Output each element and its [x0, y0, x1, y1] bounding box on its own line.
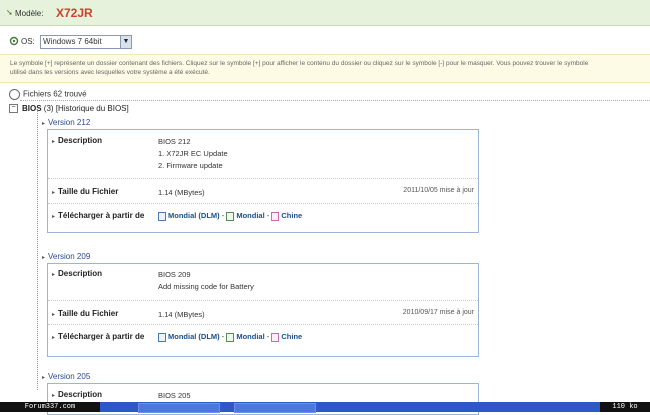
collapse-icon[interactable]: − [9, 104, 18, 114]
watermark: Forum337.com [0, 402, 100, 412]
triangle-icon: ▸ [42, 375, 46, 381]
download-links: Mondial (DLM) - Mondial - Chine [158, 211, 302, 221]
chevron-down-icon[interactable]: ▼ [120, 36, 131, 48]
file-icon [226, 332, 235, 342]
description-value: BIOS 212 1. X72JR EC Update 2. Firmware … [158, 136, 228, 172]
description-value: BIOS 205 [158, 390, 191, 402]
download-row: ▸ Télécharger à partir de Mondial (DLM) -… [48, 332, 478, 344]
model-label: Modèle: [15, 9, 44, 18]
download-global-dlm-link[interactable]: Mondial (DLM) [168, 211, 220, 220]
description-row: ▸ Description BIOS 212 1. X72JR EC Update… [48, 136, 478, 176]
description-label: ▸ Description [52, 269, 102, 278]
triangle-icon: ▸ [42, 255, 46, 261]
triangle-icon: ▸ [52, 393, 56, 399]
file-icon [158, 211, 166, 221]
download-label-text: Télécharger à partir de [58, 211, 145, 220]
row-divider [48, 300, 478, 301]
description-row: ▸ Description BIOS 209 Add missing code f… [48, 269, 478, 297]
download-global-link[interactable]: Mondial [236, 332, 264, 341]
description-label-text: Description [58, 269, 103, 278]
files-found: Fichiers 62 trouvé [9, 89, 87, 100]
triangle-icon: ▸ [52, 335, 56, 341]
file-icon [271, 332, 280, 342]
os-label: OS: [21, 37, 35, 46]
description-label: ▸ Description [52, 390, 102, 399]
link-separator: - [221, 332, 225, 341]
download-row: ▸ Télécharger à partir de Mondial (DLM) -… [48, 211, 478, 223]
description-line: Add missing code for Battery [158, 282, 254, 291]
description-label-text: Description [58, 136, 103, 145]
os-selected-value: Windows 7 64bit [43, 37, 102, 46]
download-label-text: Télécharger à partir de [58, 332, 145, 341]
version-heading[interactable]: ▸ Version 209 [42, 252, 90, 261]
description-label: ▸ Description [52, 136, 102, 145]
arrow-right-icon: ➘ [6, 8, 13, 17]
row-divider [48, 203, 478, 204]
divider [20, 100, 650, 101]
file-size-indicator: 110 ko [600, 402, 650, 412]
triangle-icon: ▸ [52, 312, 56, 318]
triangle-icon: ▸ [52, 139, 56, 145]
version-card: ▸ Description BIOS 212 1. X72JR EC Update… [47, 129, 479, 233]
taskbar: Forum337.com 110 ko [0, 402, 650, 413]
bios-history-link[interactable]: [Historique du BIOS] [56, 104, 129, 113]
file-icon [226, 211, 235, 221]
notice-line-1: Le symbole [+] représente un dossier con… [10, 60, 589, 67]
files-found-text: Fichiers 62 trouvé [23, 89, 87, 99]
link-separator: - [266, 211, 270, 220]
version-heading[interactable]: ▸ Version 212 [42, 118, 90, 127]
version-title: Version 205 [48, 372, 91, 381]
version-title: Version 212 [48, 118, 91, 127]
triangle-icon: ▸ [42, 121, 46, 127]
description-line: BIOS 205 [158, 391, 191, 400]
info-notice: Le symbole [+] représente un dossier con… [0, 54, 650, 83]
row-divider [48, 324, 478, 325]
link-separator: - [266, 332, 270, 341]
file-size-label: ▸ Taille du Fichier [52, 309, 118, 318]
bios-title: BIOS [22, 104, 42, 113]
file-size-row: ▸ Taille du Fichier 1.14 (MBytes) 2011/10… [48, 187, 478, 199]
bios-count: (3) [43, 104, 54, 113]
download-global-link[interactable]: Mondial [236, 211, 264, 220]
description-label-text: Description [58, 390, 103, 399]
file-size-row: ▸ Taille du Fichier 1.14 (MBytes) 2010/09… [48, 309, 478, 321]
model-header: ➘ Modèle: X72JR [0, 0, 650, 26]
triangle-icon: ▸ [52, 214, 56, 220]
download-global-dlm-link[interactable]: Mondial (DLM) [168, 332, 220, 341]
description-line: 1. X72JR EC Update [158, 149, 228, 158]
download-label: ▸ Télécharger à partir de [52, 211, 144, 220]
file-icon [271, 211, 280, 221]
description-line: 2. Firmware update [158, 161, 223, 170]
file-size-label: ▸ Taille du Fichier [52, 187, 118, 196]
description-row: ▸ Description BIOS 205 [48, 390, 478, 402]
download-label: ▸ Télécharger à partir de [52, 332, 144, 341]
download-links: Mondial (DLM) - Mondial - Chine [158, 332, 302, 342]
file-size-value: 1.14 (MBytes) [158, 188, 205, 197]
tree-line [37, 110, 38, 390]
file-size-value: 1.14 (MBytes) [158, 310, 205, 319]
file-icon [158, 332, 166, 342]
release-date: 2010/09/17 mise à jour [402, 309, 474, 316]
gear-icon [9, 36, 19, 46]
version-heading[interactable]: ▸ Version 205 [42, 372, 90, 381]
files-icon [9, 89, 20, 100]
triangle-icon: ▸ [52, 190, 56, 196]
bios-category[interactable]: − BIOS (3) [Historique du BIOS] [9, 104, 129, 114]
description-line: BIOS 209 [158, 270, 191, 279]
download-china-link[interactable]: Chine [281, 211, 302, 220]
row-divider [48, 178, 478, 179]
release-date: 2011/10/05 mise à jour [403, 187, 474, 194]
model-value: X72JR [56, 6, 93, 20]
os-select[interactable]: Windows 7 64bit ▼ [40, 35, 132, 49]
description-line: BIOS 212 [158, 137, 191, 146]
file-size-label-text: Taille du Fichier [58, 309, 119, 318]
download-china-link[interactable]: Chine [281, 332, 302, 341]
version-card: ▸ Description BIOS 209 Add missing code f… [47, 263, 479, 357]
link-separator: - [221, 211, 225, 220]
version-title: Version 209 [48, 252, 91, 261]
description-value: BIOS 209 Add missing code for Battery [158, 269, 254, 293]
triangle-icon: ▸ [52, 272, 56, 278]
notice-line-2: utilisé dans les versions avec lesquelle… [10, 69, 210, 76]
file-size-label-text: Taille du Fichier [58, 187, 119, 196]
